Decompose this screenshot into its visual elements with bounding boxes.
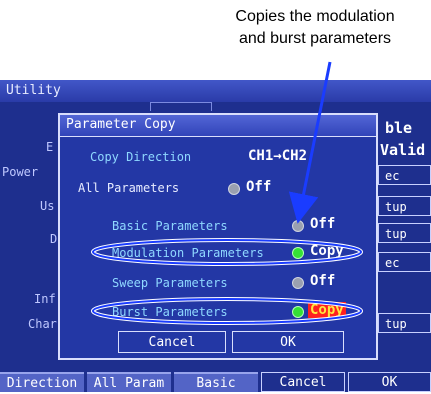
- basic-parameters-value[interactable]: Off: [310, 216, 335, 232]
- bg-box-4: ec: [378, 252, 431, 272]
- basic-parameters-indicator-icon: [292, 220, 304, 232]
- bg-header-table: ble: [385, 119, 413, 137]
- burst-parameters-indicator-icon: [292, 306, 304, 318]
- callout-text: Copies the modulation and burst paramete…: [200, 6, 430, 50]
- callout-line-1: Copies the modulation: [235, 8, 395, 25]
- callout-line-2: and burst parameters: [238, 30, 392, 47]
- bg-label-power: Power: [2, 165, 39, 179]
- bg-label-e: E: [46, 140, 54, 154]
- fkey-cancel[interactable]: Cancel: [261, 372, 345, 392]
- fkey-basic[interactable]: Basic: [174, 372, 258, 392]
- bg-label-char: Char: [28, 317, 57, 331]
- copy-direction-label: Copy Direction: [90, 150, 192, 164]
- bg-header-valid: Valid: [380, 141, 426, 159]
- fkey-ok[interactable]: OK: [348, 372, 431, 392]
- sweep-parameters-label: Sweep Parameters: [112, 276, 228, 290]
- dialog-ok-button[interactable]: OK: [232, 331, 344, 353]
- dialog-cancel-button[interactable]: Cancel: [118, 331, 226, 353]
- burst-parameters-label: Burst Parameters: [112, 305, 228, 319]
- sweep-parameters-value[interactable]: Off: [310, 273, 335, 289]
- background-tab-outline: [150, 102, 212, 111]
- bg-box-1: ec: [378, 165, 431, 185]
- all-parameters-label: All Parameters: [78, 181, 180, 195]
- all-parameters-value[interactable]: Off: [246, 179, 271, 195]
- bg-box-2: tup: [378, 196, 431, 216]
- modulation-parameters-indicator-icon: [292, 247, 304, 259]
- basic-parameters-label: Basic Parameters: [112, 219, 228, 233]
- fkey-all-param[interactable]: All Param: [87, 372, 171, 392]
- all-parameters-indicator-icon: [228, 183, 240, 195]
- bg-label-d: D: [50, 232, 58, 246]
- window-title: Utility: [0, 80, 431, 102]
- dialog-title: Parameter Copy: [58, 113, 378, 137]
- bg-box-5: tup: [378, 313, 431, 333]
- bg-label-us: Us: [40, 199, 55, 213]
- modulation-parameters-label: Modulation Parameters: [112, 246, 264, 260]
- bg-box-3: tup: [378, 223, 431, 243]
- fkey-direction[interactable]: Direction: [0, 372, 84, 392]
- modulation-parameters-value[interactable]: Copy: [310, 243, 344, 259]
- burst-parameters-value[interactable]: Copy: [308, 302, 346, 318]
- copy-direction-value[interactable]: CH1→CH2: [248, 148, 307, 164]
- sweep-parameters-indicator-icon: [292, 277, 304, 289]
- bg-label-inf: Inf: [34, 292, 56, 306]
